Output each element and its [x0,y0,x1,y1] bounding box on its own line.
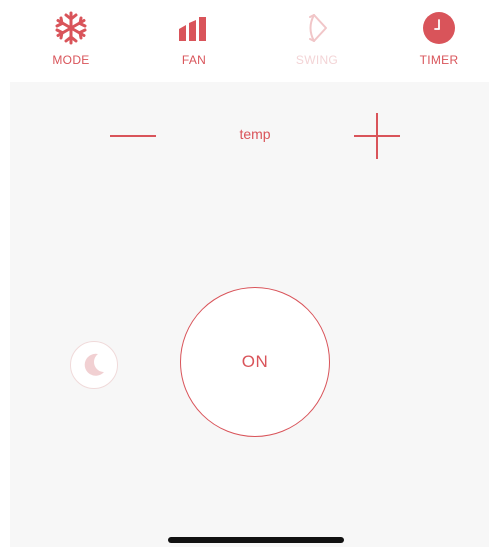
power-button[interactable]: ON [180,287,330,437]
moon-icon [84,353,104,376]
snowflake-icon [51,8,91,48]
temperature-label: temp [239,126,271,142]
sleep-button[interactable] [70,341,118,389]
control-panel: temp ON [10,82,489,547]
power-label: ON [241,352,269,371]
clock-icon [419,8,459,48]
temperature-increase-button[interactable] [353,112,401,160]
remote-control-screen: MODE FAN SWING TIMER temp ON [0,0,489,547]
swing-icon [297,8,337,48]
mode-label: MODE [52,53,90,67]
fan-label: FAN [181,53,207,67]
temperature-decrease-button[interactable] [106,118,160,154]
swing-label: SWING [295,53,339,67]
top-toolbar: MODE FAN SWING TIMER [0,0,489,82]
timer-button[interactable]: TIMER [394,8,484,72]
timer-label: TIMER [419,53,459,67]
swing-button[interactable]: SWING [272,8,362,72]
mode-button[interactable]: MODE [26,8,116,72]
temperature-row: temp [10,112,489,160]
home-indicator[interactable] [168,537,344,543]
fan-speed-bars-icon [174,8,214,48]
fan-button[interactable]: FAN [149,8,239,72]
